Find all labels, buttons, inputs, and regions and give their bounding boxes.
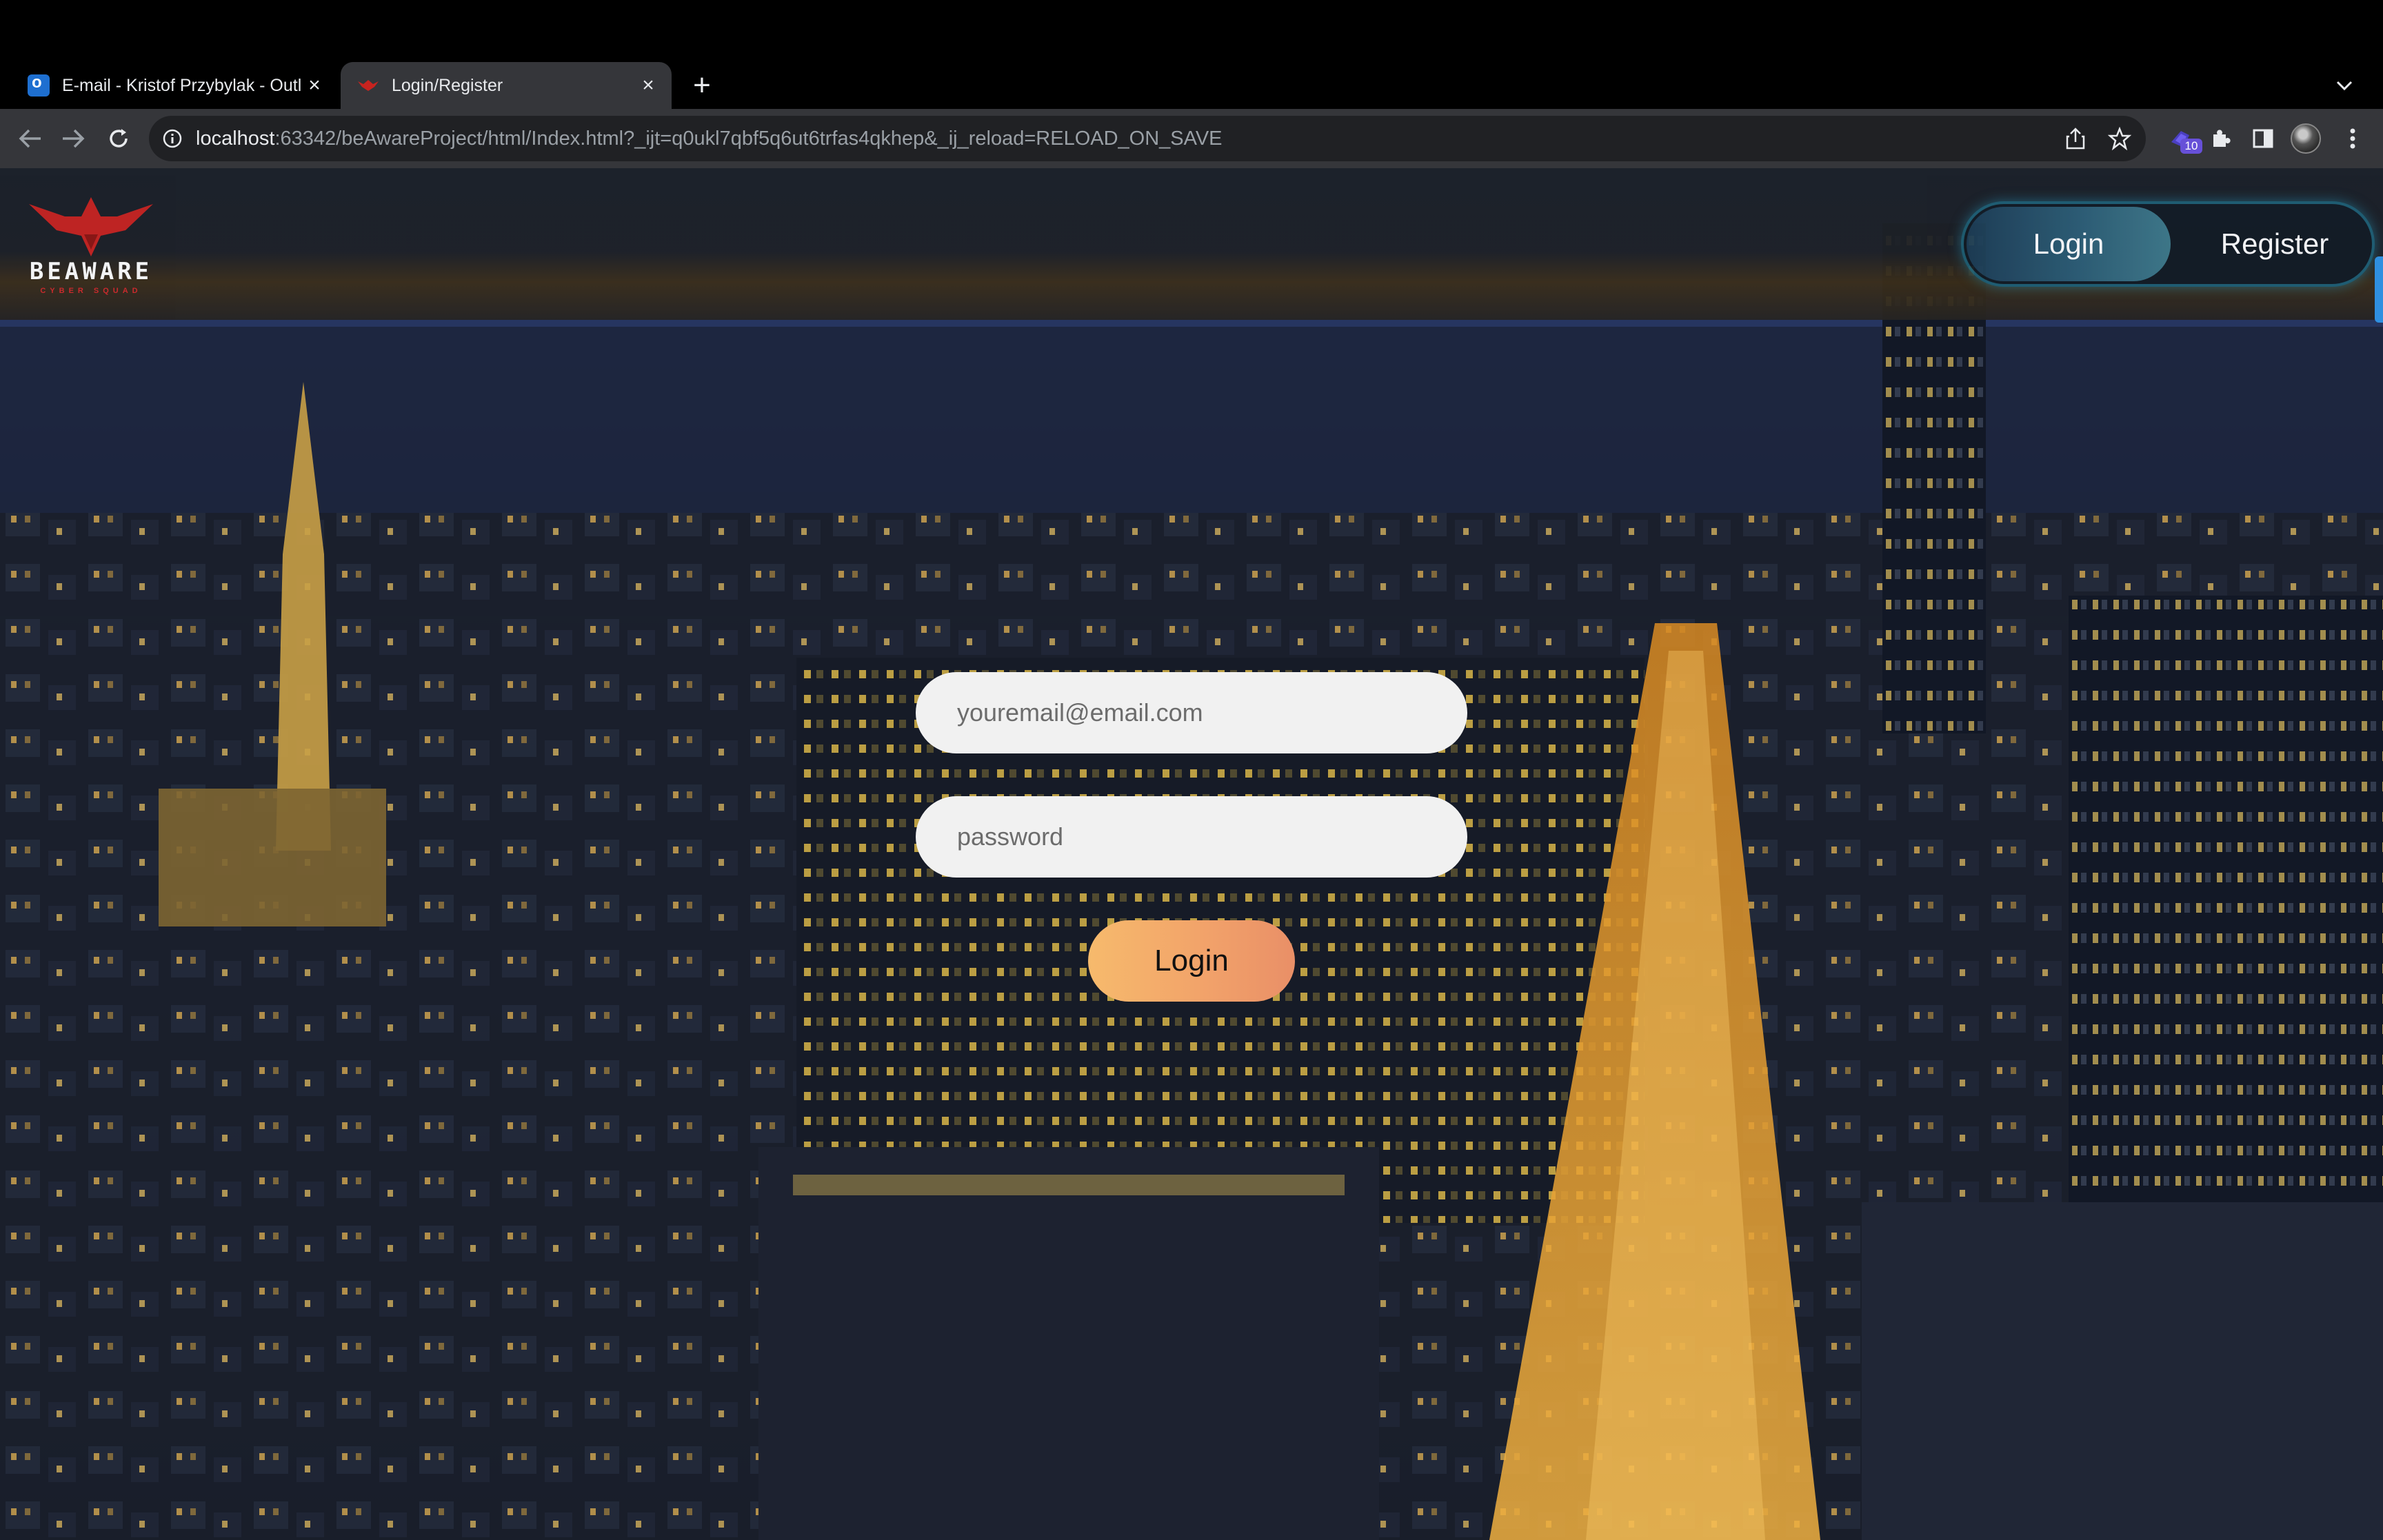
address-bar[interactable]: localhost:63342/beAwareProject/html/Inde… — [149, 116, 2146, 161]
avatar — [2291, 123, 2321, 154]
page-viewport: BEAWARE CYBER SQUAD Login Register Login — [0, 168, 2383, 1540]
extension-badge: 10 — [2180, 139, 2202, 154]
profile-avatar[interactable] — [2288, 121, 2324, 156]
toggle-register-button[interactable]: Register — [2178, 207, 2372, 281]
login-register-toggle: Login Register — [1961, 201, 2375, 287]
forward-arrow-icon[interactable] — [55, 121, 91, 156]
url-text[interactable]: localhost:63342/beAwareProject/html/Inde… — [196, 116, 1223, 161]
reload-icon[interactable] — [101, 121, 137, 156]
password-field[interactable] — [916, 796, 1467, 878]
edge-accent — [2375, 256, 2383, 323]
site-header: BEAWARE CYBER SQUAD Login Register — [0, 168, 2383, 320]
close-icon[interactable]: × — [634, 72, 662, 99]
new-tab-plus-icon[interactable]: + — [685, 68, 718, 102]
tab-title: E-mail - Kristof Przybylak - Outlook — [62, 75, 301, 95]
beaware-logo[interactable]: BEAWARE CYBER SQUAD — [15, 193, 167, 296]
puzzle-extensions-icon[interactable] — [2202, 121, 2238, 156]
bookmark-star-icon[interactable] — [2106, 125, 2133, 152]
beaware-favicon-icon — [357, 74, 379, 97]
info-icon[interactable] — [161, 128, 183, 150]
logo-subtext: CYBER SQUAD — [40, 287, 142, 295]
tab-outlook[interactable]: E-mail - Kristof Przybylak - Outlook × — [14, 62, 338, 109]
chevron-down-icon[interactable] — [2328, 69, 2361, 102]
toggle-login-button[interactable]: Login — [1967, 207, 2171, 281]
url-path: :63342/beAwareProject/html/Index.html?_i… — [274, 128, 1223, 150]
close-icon[interactable]: × — [301, 72, 328, 99]
side-panel-icon[interactable] — [2245, 121, 2281, 156]
url-host: localhost — [196, 128, 275, 150]
tab-strip: E-mail - Kristof Przybylak - Outlook × L… — [0, 0, 2383, 109]
back-arrow-icon[interactable] — [12, 121, 48, 156]
eagle-logo-icon — [29, 197, 153, 256]
logo-text: BEAWARE — [29, 258, 153, 285]
browser-toolbar: localhost:63342/beAwareProject/html/Inde… — [0, 109, 2383, 168]
extension-icon[interactable]: 10 — [2162, 121, 2202, 156]
login-submit-button[interactable]: Login — [1088, 920, 1295, 1002]
email-field[interactable] — [916, 672, 1467, 753]
tab-title: Login/Register — [392, 75, 503, 95]
tab-login-register[interactable]: Login/Register × — [341, 62, 672, 109]
outlook-icon — [28, 73, 50, 97]
kebab-menu-icon[interactable] — [2335, 121, 2371, 156]
share-icon[interactable] — [2062, 125, 2089, 152]
